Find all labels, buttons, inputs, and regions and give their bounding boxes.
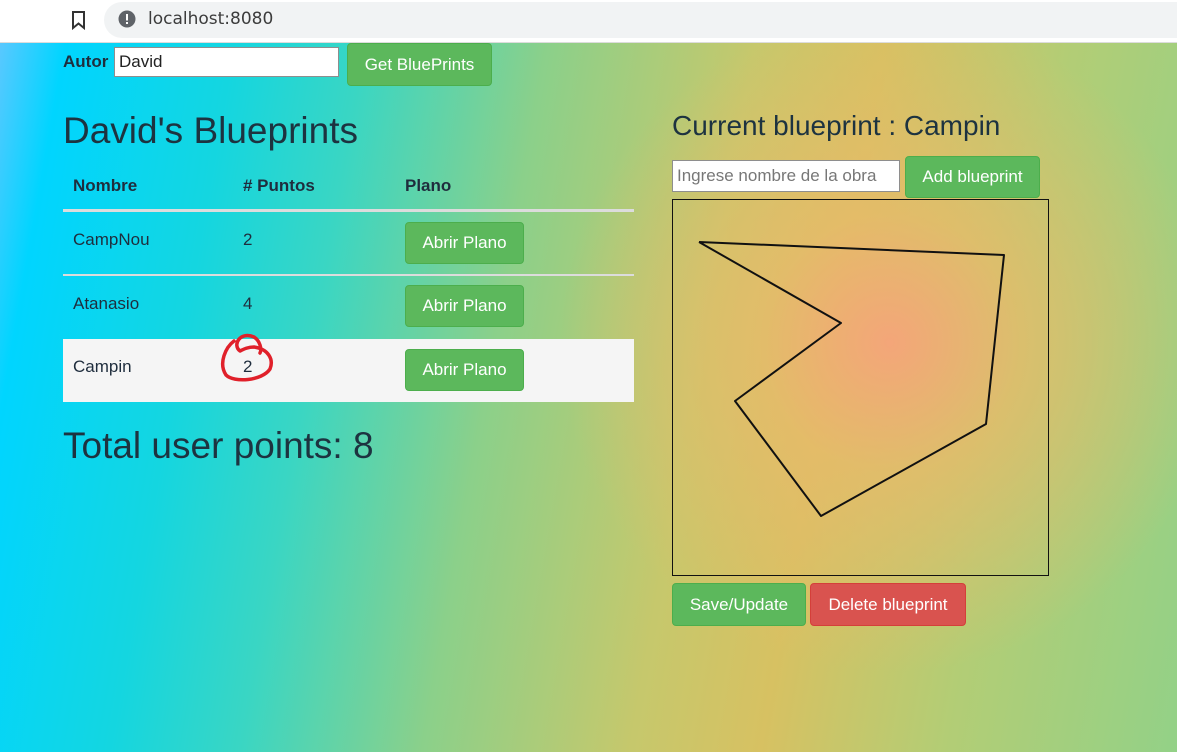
row-points: 4 — [243, 294, 253, 313]
open-plan-button[interactable]: Abrir Plano — [405, 349, 524, 391]
open-plan-button[interactable]: Abrir Plano — [405, 285, 524, 327]
blueprint-name-input[interactable] — [672, 160, 900, 192]
save-update-button[interactable]: Save/Update — [672, 583, 806, 626]
current-blueprint-title: Current blueprint : Campin — [672, 110, 1001, 141]
table-row: CampNou 2 Abrir Plano — [63, 212, 634, 275]
info-icon[interactable] — [118, 10, 136, 28]
open-plan-button[interactable]: Abrir Plano — [405, 222, 524, 264]
blueprints-title: David's Blueprints — [63, 110, 358, 151]
url-text: localhost:8080 — [148, 9, 274, 29]
author-input[interactable] — [114, 47, 339, 77]
total-points: Total user points: 8 — [63, 425, 374, 466]
row-points: 2 — [243, 230, 253, 249]
author-label: Autor — [63, 52, 109, 71]
blueprint-canvas[interactable] — [672, 199, 1049, 576]
table-row-selected: Campin 2 Abrir Plano — [63, 333, 634, 402]
table-row: Atanasio 4 Abrir Plano — [63, 276, 634, 339]
column-header-name: Nombre — [73, 176, 138, 195]
browser-toolbar: localhost:8080 — [0, 0, 1177, 43]
red-circle-annotation — [221, 333, 273, 382]
get-blueprints-button[interactable]: Get BluePrints — [347, 43, 492, 86]
column-header-plan: Plano — [405, 176, 452, 195]
add-blueprint-button[interactable]: Add blueprint — [905, 156, 1040, 198]
row-name: Atanasio — [73, 294, 140, 313]
row-name: CampNou — [73, 230, 150, 249]
row-name: Campin — [73, 357, 132, 376]
column-header-points: # Puntos — [243, 176, 315, 195]
blueprint-drawing — [698, 241, 1005, 517]
bookmark-icon[interactable] — [70, 10, 88, 30]
delete-blueprint-button[interactable]: Delete blueprint — [810, 583, 966, 626]
